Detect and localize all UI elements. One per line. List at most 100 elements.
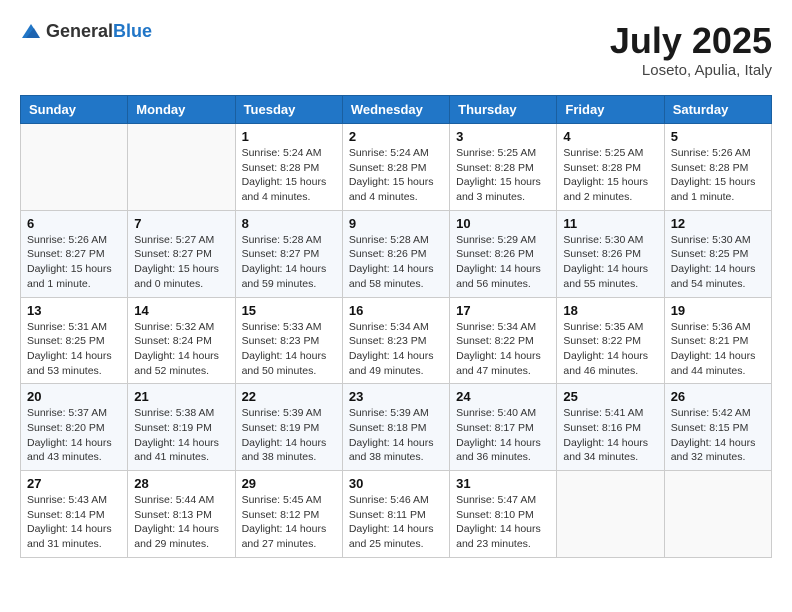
calendar-cell: 30 Sunrise: 5:46 AMSunset: 8:11 PMDayligh… xyxy=(342,471,449,558)
calendar-cell: 6 Sunrise: 5:26 AMSunset: 8:27 PMDaylight… xyxy=(21,210,128,297)
day-number: 4 xyxy=(563,129,657,144)
day-info: Sunrise: 5:30 AMSunset: 8:25 PMDaylight:… xyxy=(671,233,765,292)
day-number: 26 xyxy=(671,389,765,404)
calendar-cell xyxy=(21,124,128,211)
day-info: Sunrise: 5:39 AMSunset: 8:18 PMDaylight:… xyxy=(349,406,443,465)
day-info: Sunrise: 5:38 AMSunset: 8:19 PMDaylight:… xyxy=(134,406,228,465)
day-info: Sunrise: 5:25 AMSunset: 8:28 PMDaylight:… xyxy=(563,146,657,205)
calendar-table: SundayMondayTuesdayWednesdayThursdayFrid… xyxy=(20,95,772,558)
calendar-cell xyxy=(557,471,664,558)
calendar-cell: 14 Sunrise: 5:32 AMSunset: 8:24 PMDayligh… xyxy=(128,297,235,384)
calendar-cell: 17 Sunrise: 5:34 AMSunset: 8:22 PMDayligh… xyxy=(450,297,557,384)
weekday-header-row: SundayMondayTuesdayWednesdayThursdayFrid… xyxy=(21,96,772,124)
calendar-cell: 15 Sunrise: 5:33 AMSunset: 8:23 PMDayligh… xyxy=(235,297,342,384)
day-number: 31 xyxy=(456,476,550,491)
weekday-header-sunday: Sunday xyxy=(21,96,128,124)
day-info: Sunrise: 5:47 AMSunset: 8:10 PMDaylight:… xyxy=(456,493,550,552)
day-info: Sunrise: 5:29 AMSunset: 8:26 PMDaylight:… xyxy=(456,233,550,292)
day-info: Sunrise: 5:28 AMSunset: 8:26 PMDaylight:… xyxy=(349,233,443,292)
day-info: Sunrise: 5:44 AMSunset: 8:13 PMDaylight:… xyxy=(134,493,228,552)
day-info: Sunrise: 5:28 AMSunset: 8:27 PMDaylight:… xyxy=(242,233,336,292)
day-info: Sunrise: 5:27 AMSunset: 8:27 PMDaylight:… xyxy=(134,233,228,292)
day-info: Sunrise: 5:46 AMSunset: 8:11 PMDaylight:… xyxy=(349,493,443,552)
day-info: Sunrise: 5:25 AMSunset: 8:28 PMDaylight:… xyxy=(456,146,550,205)
day-info: Sunrise: 5:24 AMSunset: 8:28 PMDaylight:… xyxy=(349,146,443,205)
calendar-cell: 25 Sunrise: 5:41 AMSunset: 8:16 PMDayligh… xyxy=(557,384,664,471)
calendar-cell: 19Sunrise: 5:36 AMSunset: 8:21 PMDayligh… xyxy=(664,297,771,384)
day-number: 12 xyxy=(671,216,765,231)
page-header: GeneralBlue July 2025 Loseto, Apulia, It… xyxy=(20,20,772,79)
day-number: 19 xyxy=(671,303,765,318)
day-number: 24 xyxy=(456,389,550,404)
week-row-2: 6 Sunrise: 5:26 AMSunset: 8:27 PMDaylight… xyxy=(21,210,772,297)
calendar-cell: 16 Sunrise: 5:34 AMSunset: 8:23 PMDayligh… xyxy=(342,297,449,384)
calendar-cell: 31 Sunrise: 5:47 AMSunset: 8:10 PMDayligh… xyxy=(450,471,557,558)
day-number: 2 xyxy=(349,129,443,144)
calendar-cell: 7 Sunrise: 5:27 AMSunset: 8:27 PMDaylight… xyxy=(128,210,235,297)
calendar-cell xyxy=(128,124,235,211)
day-info: Sunrise: 5:26 AMSunset: 8:28 PMDaylight:… xyxy=(671,146,765,205)
calendar-cell: 5 Sunrise: 5:26 AMSunset: 8:28 PMDaylight… xyxy=(664,124,771,211)
day-number: 29 xyxy=(242,476,336,491)
day-info: Sunrise: 5:34 AMSunset: 8:22 PMDaylight:… xyxy=(456,320,550,379)
day-number: 28 xyxy=(134,476,228,491)
week-row-5: 27 Sunrise: 5:43 AMSunset: 8:14 PMDayligh… xyxy=(21,471,772,558)
calendar-cell: 10 Sunrise: 5:29 AMSunset: 8:26 PMDayligh… xyxy=(450,210,557,297)
day-number: 16 xyxy=(349,303,443,318)
calendar-cell: 21 Sunrise: 5:38 AMSunset: 8:19 PMDayligh… xyxy=(128,384,235,471)
logo-icon xyxy=(20,20,42,42)
calendar-cell xyxy=(664,471,771,558)
day-info: Sunrise: 5:26 AMSunset: 8:27 PMDaylight:… xyxy=(27,233,121,292)
day-number: 23 xyxy=(349,389,443,404)
calendar-cell: 3Sunrise: 5:25 AMSunset: 8:28 PMDaylight… xyxy=(450,124,557,211)
calendar-cell: 2 Sunrise: 5:24 AMSunset: 8:28 PMDaylight… xyxy=(342,124,449,211)
day-info: Sunrise: 5:43 AMSunset: 8:14 PMDaylight:… xyxy=(27,493,121,552)
day-info: Sunrise: 5:33 AMSunset: 8:23 PMDaylight:… xyxy=(242,320,336,379)
day-number: 8 xyxy=(242,216,336,231)
location-title: Loseto, Apulia, Italy xyxy=(610,62,772,79)
weekday-header-thursday: Thursday xyxy=(450,96,557,124)
day-number: 10 xyxy=(456,216,550,231)
day-number: 27 xyxy=(27,476,121,491)
calendar-cell: 22Sunrise: 5:39 AMSunset: 8:19 PMDayligh… xyxy=(235,384,342,471)
day-info: Sunrise: 5:35 AMSunset: 8:22 PMDaylight:… xyxy=(563,320,657,379)
day-number: 13 xyxy=(27,303,121,318)
week-row-1: 1Sunrise: 5:24 AMSunset: 8:28 PMDaylight… xyxy=(21,124,772,211)
day-number: 7 xyxy=(134,216,228,231)
day-number: 17 xyxy=(456,303,550,318)
day-number: 15 xyxy=(242,303,336,318)
day-number: 9 xyxy=(349,216,443,231)
week-row-3: 13 Sunrise: 5:31 AMSunset: 8:25 PMDayligh… xyxy=(21,297,772,384)
calendar-cell: 23 Sunrise: 5:39 AMSunset: 8:18 PMDayligh… xyxy=(342,384,449,471)
title-block: July 2025 Loseto, Apulia, Italy xyxy=(610,20,772,79)
calendar-cell: 4 Sunrise: 5:25 AMSunset: 8:28 PMDaylight… xyxy=(557,124,664,211)
calendar-cell: 11Sunrise: 5:30 AMSunset: 8:26 PMDayligh… xyxy=(557,210,664,297)
day-number: 18 xyxy=(563,303,657,318)
day-number: 6 xyxy=(27,216,121,231)
calendar-cell: 26 Sunrise: 5:42 AMSunset: 8:15 PMDayligh… xyxy=(664,384,771,471)
day-info: Sunrise: 5:42 AMSunset: 8:15 PMDaylight:… xyxy=(671,406,765,465)
month-title: July 2025 xyxy=(610,20,772,62)
day-info: Sunrise: 5:41 AMSunset: 8:16 PMDaylight:… xyxy=(563,406,657,465)
day-number: 30 xyxy=(349,476,443,491)
day-number: 21 xyxy=(134,389,228,404)
day-info: Sunrise: 5:34 AMSunset: 8:23 PMDaylight:… xyxy=(349,320,443,379)
day-number: 25 xyxy=(563,389,657,404)
weekday-header-monday: Monday xyxy=(128,96,235,124)
day-info: Sunrise: 5:31 AMSunset: 8:25 PMDaylight:… xyxy=(27,320,121,379)
day-info: Sunrise: 5:40 AMSunset: 8:17 PMDaylight:… xyxy=(456,406,550,465)
day-info: Sunrise: 5:32 AMSunset: 8:24 PMDaylight:… xyxy=(134,320,228,379)
weekday-header-friday: Friday xyxy=(557,96,664,124)
day-info: Sunrise: 5:45 AMSunset: 8:12 PMDaylight:… xyxy=(242,493,336,552)
day-number: 14 xyxy=(134,303,228,318)
day-info: Sunrise: 5:24 AMSunset: 8:28 PMDaylight:… xyxy=(242,146,336,205)
calendar-cell: 1Sunrise: 5:24 AMSunset: 8:28 PMDaylight… xyxy=(235,124,342,211)
calendar-cell: 18 Sunrise: 5:35 AMSunset: 8:22 PMDayligh… xyxy=(557,297,664,384)
day-number: 5 xyxy=(671,129,765,144)
calendar-cell: 8 Sunrise: 5:28 AMSunset: 8:27 PMDaylight… xyxy=(235,210,342,297)
weekday-header-wednesday: Wednesday xyxy=(342,96,449,124)
weekday-header-saturday: Saturday xyxy=(664,96,771,124)
day-number: 20 xyxy=(27,389,121,404)
weekday-header-tuesday: Tuesday xyxy=(235,96,342,124)
day-info: Sunrise: 5:39 AMSunset: 8:19 PMDaylight:… xyxy=(242,406,336,465)
